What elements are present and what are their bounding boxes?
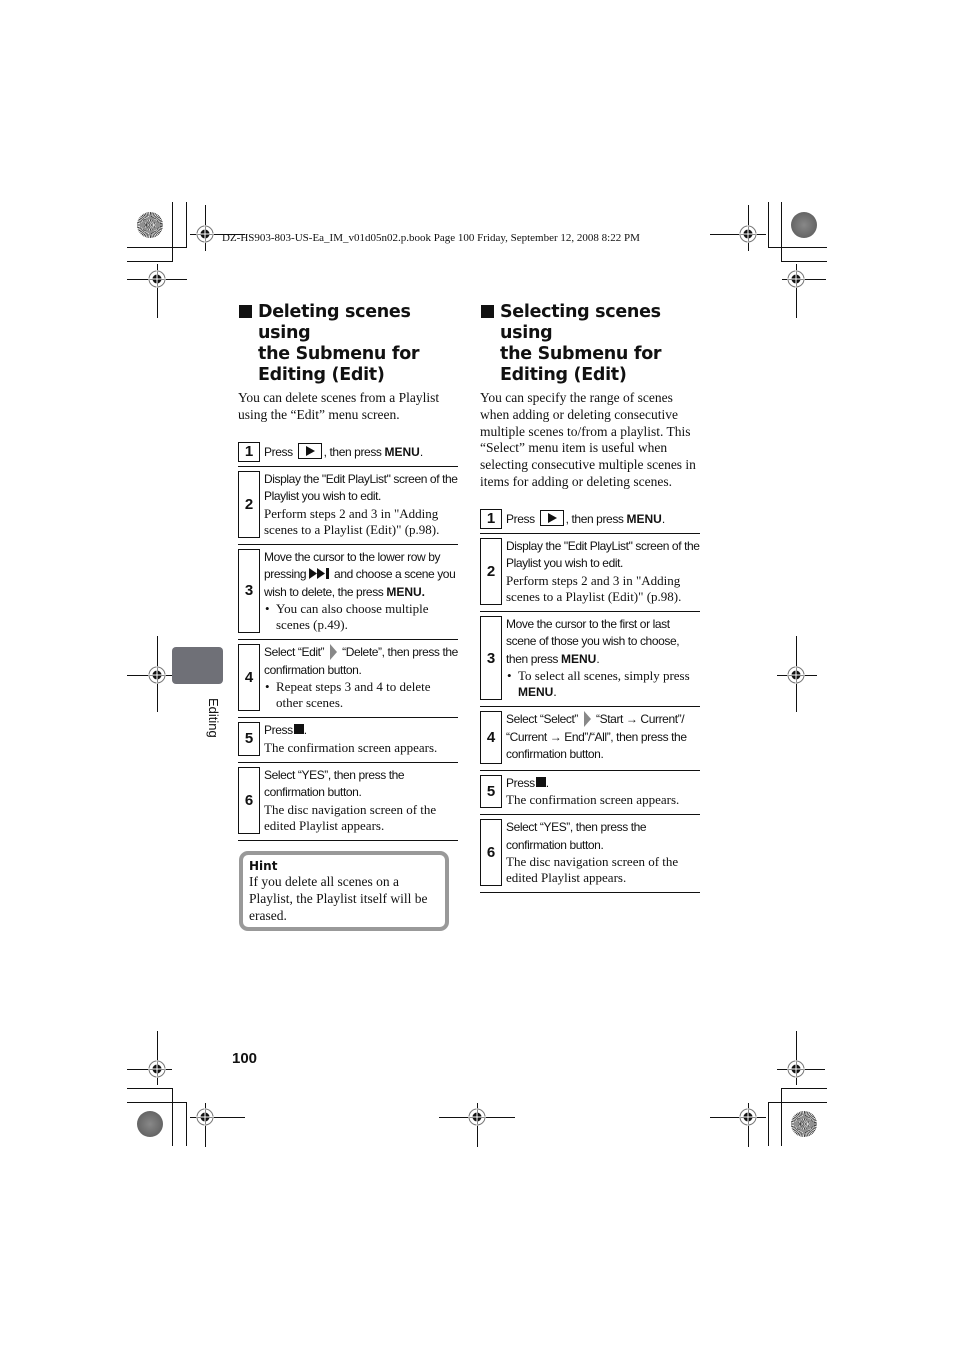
registration-mark-icon — [148, 270, 166, 288]
hint-body: If you delete all scenes on a Playlist, … — [249, 874, 428, 923]
step-number: 3 — [238, 548, 260, 634]
registration-mark-icon — [148, 666, 166, 684]
hint-title: Hint — [249, 859, 278, 873]
registration-mark-icon — [787, 666, 805, 684]
registration-mark-icon — [787, 270, 805, 288]
color-disc-icon — [137, 212, 163, 238]
step-item: 6 Select “YES”, then press the confirmat… — [480, 815, 700, 894]
step-number: 5 — [480, 774, 502, 809]
step-list: 1 Press , then press MENU. 2 Display the… — [238, 441, 458, 841]
step-list: 1 Press , then press MENU. 2 Display the… — [480, 508, 700, 894]
square-bullet-icon — [239, 305, 252, 318]
registration-mark-icon — [196, 1108, 214, 1126]
left-section: Deleting scenes using the Submenu for Ed… — [238, 302, 458, 841]
step-number: 5 — [238, 722, 260, 756]
play-button-icon — [539, 509, 564, 526]
step-number: 1 — [480, 508, 502, 529]
section-title: Deleting scenes using the Submenu for Ed… — [238, 302, 458, 386]
step-item: 4 Select “Edit” “Delete”, then press the … — [238, 640, 458, 719]
step-item: 2 Display the "Edit PlayList" screen of … — [238, 467, 458, 545]
registration-mark-icon — [148, 1060, 166, 1078]
step-item: 1 Press , then press MENU. — [238, 441, 458, 467]
section-title: Selecting scenes using the Submenu for E… — [480, 302, 700, 386]
step-item: 4 Select “Select” “Start → Current”/ “Cur… — [480, 707, 700, 771]
print-header: DZ-HS903-803-US-Ea_IM_v01d05n02.p.book P… — [222, 232, 640, 244]
step-item: 1 Press , then press MENU. — [480, 508, 700, 534]
play-button-icon — [297, 442, 322, 459]
section-intro: You can specify the range of scenes when… — [480, 390, 696, 489]
step-number: 2 — [238, 470, 260, 538]
hint-box: Hint If you delete all scenes on a Playl… — [239, 851, 449, 931]
step-item: 3 Move the cursor to the lower row by pr… — [238, 545, 458, 641]
square-bullet-icon — [481, 305, 494, 318]
right-section: Selecting scenes using the Submenu for E… — [480, 302, 700, 894]
section-intro: You can delete scenes from a Playlist us… — [238, 390, 440, 422]
step-item: 6 Select “YES”, then press the confirmat… — [238, 763, 458, 841]
page-number: 100 — [232, 1050, 258, 1067]
section-label: Editing — [206, 698, 221, 738]
step-item: 3 Move the cursor to the first or last s… — [480, 612, 700, 708]
step-item: 2 Display the "Edit PlayList" screen of … — [480, 534, 700, 612]
registration-mark-icon — [468, 1108, 486, 1126]
menu-arrow-icon — [330, 644, 338, 661]
registration-mark-icon — [787, 1060, 805, 1078]
step-number: 2 — [480, 537, 502, 605]
skip-forward-icon — [309, 568, 330, 580]
section-tab-marker — [172, 647, 223, 684]
stop-button-icon — [535, 776, 546, 787]
step-number: 6 — [480, 819, 502, 887]
color-disc-icon — [791, 1111, 817, 1137]
color-disc-icon — [137, 1111, 163, 1137]
color-disc-icon — [791, 212, 817, 238]
step-number: 6 — [238, 766, 260, 834]
registration-mark-icon — [739, 225, 757, 243]
step-number: 3 — [480, 615, 502, 701]
stop-button-icon — [293, 724, 304, 735]
step-item: 5 Press. The confirmation screen appears… — [480, 771, 700, 816]
step-item: 5 Press. The confirmation screen appears… — [238, 718, 458, 763]
menu-arrow-icon — [584, 711, 592, 728]
step-number: 4 — [480, 711, 502, 764]
registration-mark-icon — [739, 1108, 757, 1126]
step-number: 4 — [238, 644, 260, 712]
step-number: 1 — [238, 441, 260, 462]
registration-mark-icon — [196, 225, 214, 243]
